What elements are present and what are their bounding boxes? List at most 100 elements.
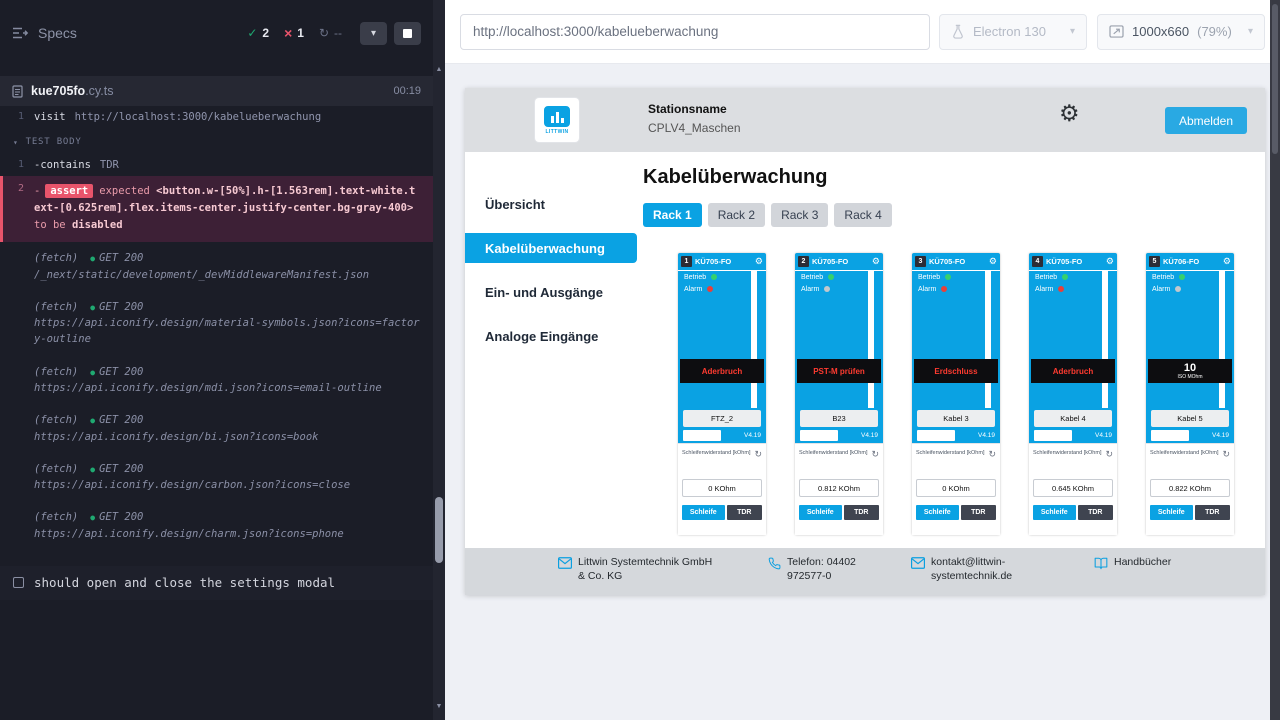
- fw-version: V4.19: [978, 432, 995, 439]
- footer-manuals[interactable]: Handbücher: [1094, 556, 1171, 570]
- page-scrollbar[interactable]: [1270, 0, 1280, 720]
- schleife-button[interactable]: Schleife: [1033, 505, 1076, 520]
- tab-rack-3[interactable]: Rack 3: [771, 203, 828, 227]
- measurement-panel: Schleifenwiderstand [kOhm]↻ 0 KOhm Schle…: [912, 443, 1000, 535]
- mail-icon: [558, 557, 572, 569]
- sidebar-item-uebersicht[interactable]: Übersicht: [465, 182, 637, 226]
- spec-file-header[interactable]: kue705fo.cy.ts 00:19: [0, 76, 433, 106]
- schleife-button[interactable]: Schleife: [799, 505, 842, 520]
- status-dot: ●: [90, 303, 95, 312]
- sidebar-item-ein-und-ausgaenge[interactable]: Ein- und Ausgänge: [465, 270, 637, 314]
- refresh-icon[interactable]: ↻: [1222, 450, 1230, 459]
- fetch-status: GET 200: [99, 252, 143, 264]
- fetch-label: (fetch): [34, 414, 78, 426]
- viewport-size: 1000x660: [1132, 24, 1189, 39]
- meas-value: 0 KOhm: [916, 479, 996, 497]
- runner-buttons: ▾: [360, 22, 421, 45]
- device-settings-icon[interactable]: ⚙: [989, 257, 997, 266]
- fw-box: [800, 430, 838, 441]
- status-dot: ●: [90, 416, 95, 425]
- assert-badge: assert: [45, 184, 93, 198]
- scroll-up-icon[interactable]: ▲: [433, 66, 445, 73]
- viewport-select[interactable]: 1000x660 (79%) ▾: [1097, 14, 1265, 50]
- tdr-button[interactable]: TDR: [844, 505, 879, 520]
- book-icon: [1094, 557, 1108, 570]
- specs-list-icon[interactable]: [12, 26, 29, 40]
- schleife-button[interactable]: Schleife: [682, 505, 725, 520]
- stop-button[interactable]: [394, 22, 421, 45]
- tdr-button[interactable]: TDR: [961, 505, 996, 520]
- tab-rack-1[interactable]: Rack 1: [643, 203, 702, 227]
- sidebar-item-kabelueberwachung[interactable]: Kabelüberwachung: [465, 233, 637, 263]
- device-model: KÜ705-FO: [929, 257, 986, 266]
- logout-button[interactable]: Abmelden: [1165, 107, 1247, 134]
- device-model: KÜ705-FO: [695, 257, 752, 266]
- command-arg: http://localhost:3000/kabelueberwachung: [75, 111, 322, 123]
- stop-icon: [403, 29, 412, 38]
- tdr-button[interactable]: TDR: [1078, 505, 1113, 520]
- refresh-icon[interactable]: ↻: [871, 450, 879, 459]
- tab-rack-4[interactable]: Rack 4: [834, 203, 891, 227]
- url-input[interactable]: [460, 14, 930, 50]
- fetch-label: (fetch): [34, 463, 78, 475]
- specs-label[interactable]: Specs: [38, 25, 77, 41]
- settings-gear-icon[interactable]: ⚙: [1059, 102, 1080, 125]
- tdr-button[interactable]: TDR: [727, 505, 762, 520]
- stat-pending: ↻ --: [319, 26, 342, 40]
- command-contains[interactable]: 1 -contains TDR: [0, 154, 433, 176]
- fetch-url: https://api.iconify.design/material-symb…: [34, 315, 421, 348]
- next-test-title[interactable]: should open and close the settings modal: [0, 566, 433, 600]
- footer-email: kontakt@littwin-systemtechnik.de: [911, 556, 1066, 583]
- footer-phone: Telefon: 04402 972577-0: [768, 556, 893, 583]
- fetch-status: GET 200: [99, 301, 143, 313]
- command-visit[interactable]: 1 visit http://localhost:3000/kabelueber…: [0, 106, 433, 128]
- browser-select[interactable]: Electron 130 ▾: [939, 14, 1087, 50]
- device-settings-icon[interactable]: ⚙: [755, 257, 763, 266]
- alarm-led: [1058, 286, 1064, 292]
- test-body-section[interactable]: ▾ TEST BODY: [0, 128, 433, 154]
- scroll-down-icon[interactable]: ▼: [433, 703, 445, 710]
- fetch-status: GET 200: [99, 511, 143, 523]
- phone-icon: [768, 557, 781, 570]
- firmware-row: V4.19: [912, 427, 1000, 443]
- spec-timer: 00:19: [393, 85, 421, 97]
- alarm-label: Alarm: [801, 286, 819, 293]
- device-card: 1 KÜ705-FO ⚙ Betrieb Alarm Aderbruch FTZ…: [678, 253, 766, 535]
- runner-scrollbar[interactable]: ▲ ▼: [433, 0, 445, 720]
- status-badge: PST-M prüfen: [797, 359, 881, 383]
- command-name: -contains: [34, 159, 91, 171]
- schleife-button[interactable]: Schleife: [1150, 505, 1193, 520]
- tdr-button[interactable]: TDR: [1195, 505, 1230, 520]
- assertion-message: -assertexpected <button.w-[50%].h-[1.563…: [34, 183, 421, 233]
- fetch-url: https://api.iconify.design/mdi.json?icon…: [34, 380, 421, 396]
- collapse-button[interactable]: ▾: [360, 22, 387, 45]
- chevron-down-icon: ▾: [13, 138, 19, 147]
- scrollbar-thumb[interactable]: [1272, 4, 1278, 154]
- device-settings-icon[interactable]: ⚙: [1106, 257, 1114, 266]
- spec-file-name: kue705fo.cy.ts: [31, 84, 113, 98]
- browser-url-bar: Electron 130 ▾ 1000x660 (79%) ▾: [445, 0, 1280, 64]
- schleife-button[interactable]: Schleife: [916, 505, 959, 520]
- tab-rack-2[interactable]: Rack 2: [708, 203, 765, 227]
- refresh-icon[interactable]: ↻: [988, 450, 996, 459]
- sidebar-item-analoge-eingaenge[interactable]: Analoge Eingänge: [465, 314, 637, 358]
- section-label: TEST BODY: [26, 137, 82, 147]
- chevron-down-icon: ▾: [1070, 26, 1075, 37]
- fw-box: [1151, 430, 1189, 441]
- scrollbar-thumb[interactable]: [435, 497, 443, 563]
- device-number: 2: [798, 256, 809, 267]
- failed-assertion[interactable]: 2 -assertexpected <button.w-[50%].h-[1.5…: [0, 176, 433, 242]
- cable-name: FTZ_2: [683, 410, 761, 427]
- fetch-label: (fetch): [34, 301, 78, 313]
- test-stats: ✓ 2 × 1 ↻ --: [247, 26, 342, 40]
- refresh-icon[interactable]: ↻: [1105, 450, 1113, 459]
- device-card: 3 KÜ705-FO ⚙ Betrieb Alarm Erdschluss Ka…: [912, 253, 1000, 535]
- status-badge: Aderbruch: [680, 359, 764, 383]
- device-settings-icon[interactable]: ⚙: [872, 257, 880, 266]
- cross-icon: ×: [284, 28, 292, 38]
- fw-version: V4.19: [744, 432, 761, 439]
- device-cards: 1 KÜ705-FO ⚙ Betrieb Alarm Aderbruch FTZ…: [678, 253, 1265, 535]
- stat-passed: ✓ 2: [247, 26, 269, 40]
- device-settings-icon[interactable]: ⚙: [1223, 257, 1231, 266]
- refresh-icon[interactable]: ↻: [754, 450, 762, 459]
